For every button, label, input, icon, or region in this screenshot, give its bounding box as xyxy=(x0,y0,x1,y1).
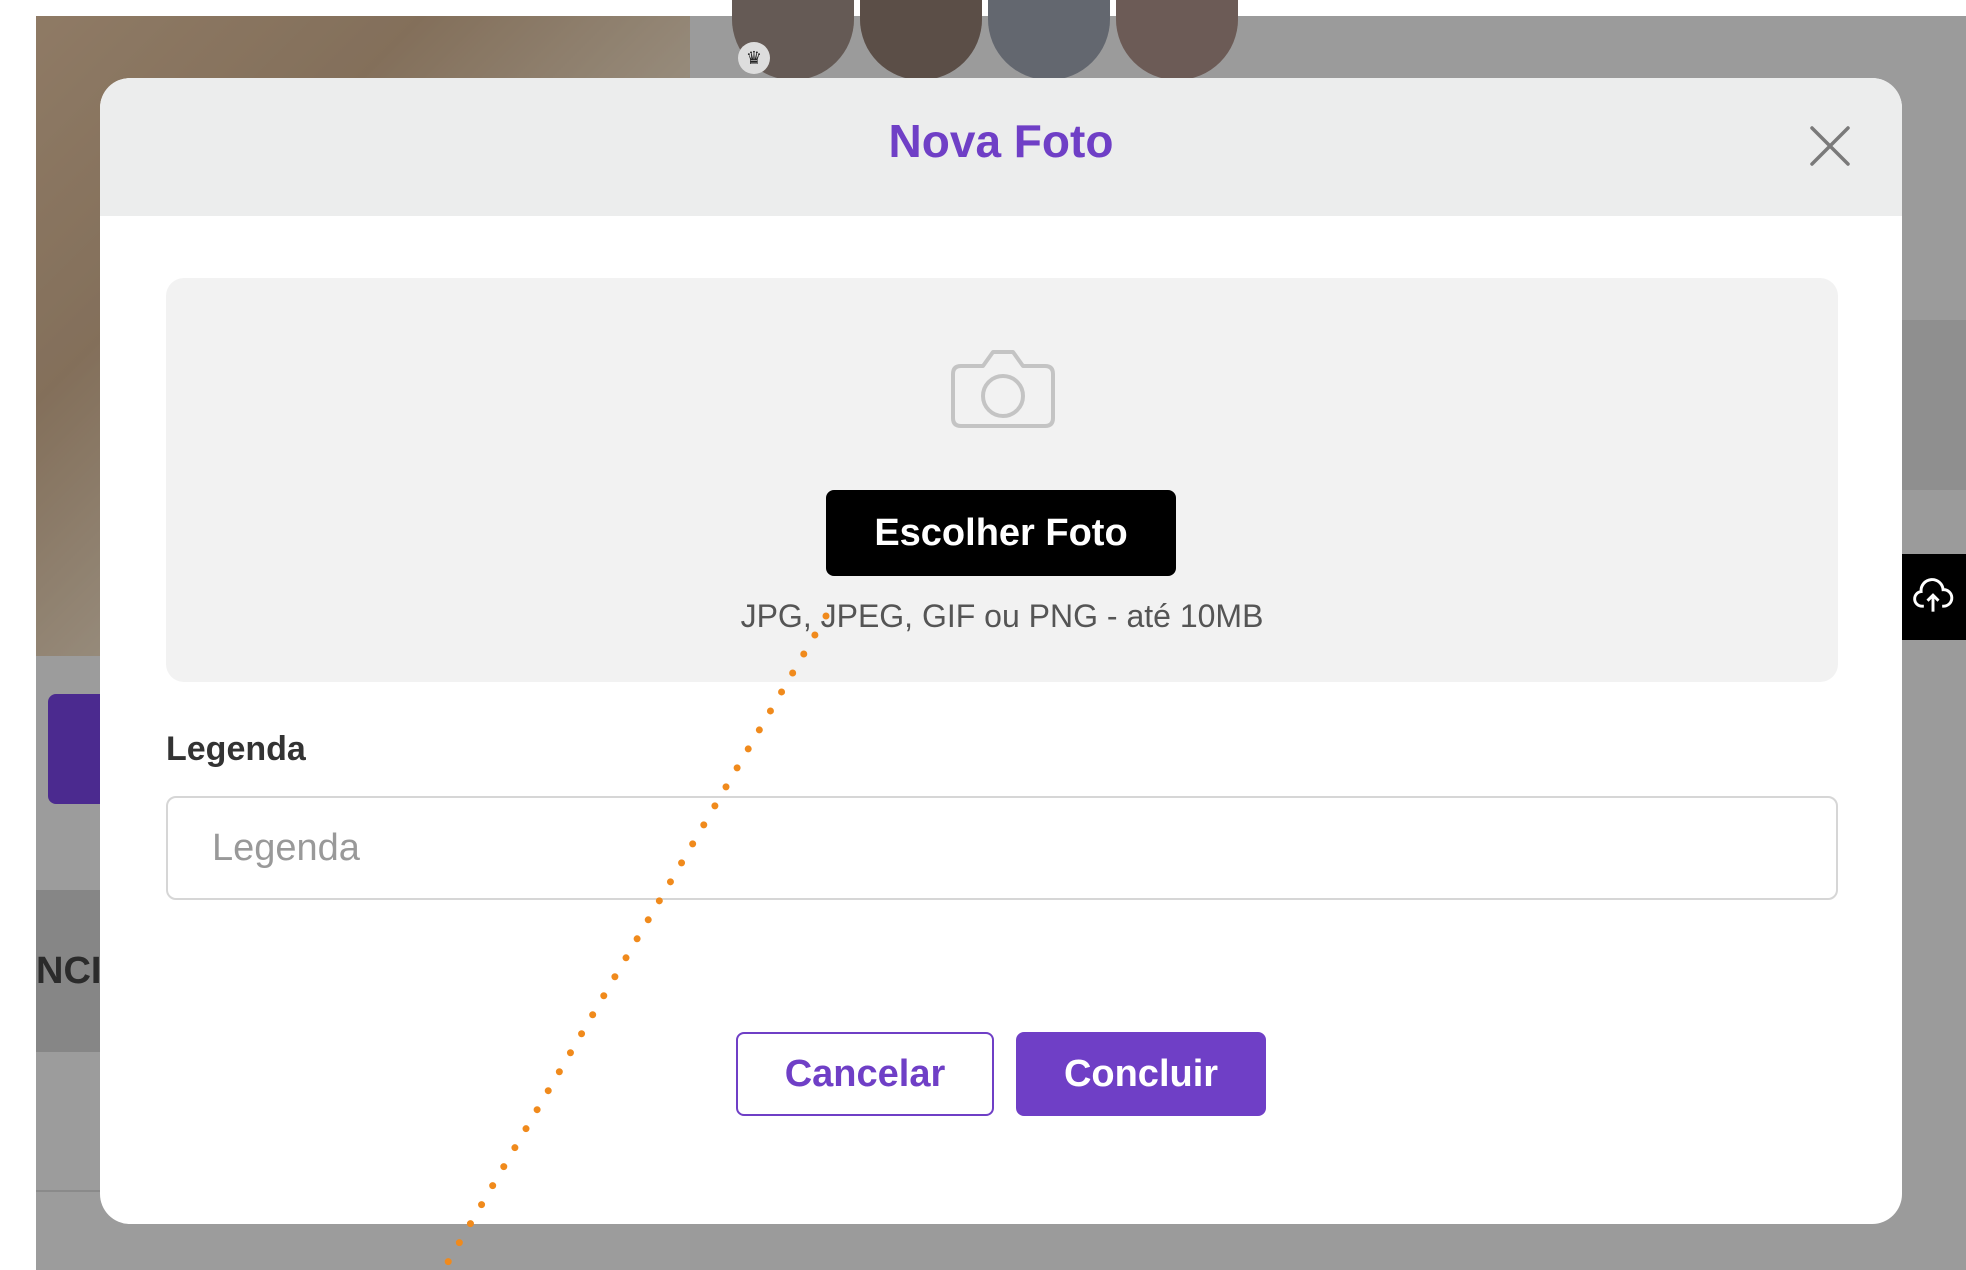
modal-header: Nova Foto xyxy=(100,78,1902,216)
cancel-button[interactable]: Cancelar xyxy=(736,1032,994,1116)
choose-photo-button[interactable]: Escolher Foto xyxy=(826,490,1176,576)
avatar xyxy=(988,0,1110,80)
caption-input[interactable] xyxy=(166,796,1838,900)
new-photo-modal: Nova Foto Escolher Foto JPG, JPEG, GIF o… xyxy=(100,78,1902,1224)
member-avatars xyxy=(732,0,1238,80)
avatar xyxy=(860,0,982,80)
right-panel-strip xyxy=(1900,320,1966,490)
caption-label: Legenda xyxy=(166,730,306,768)
close-icon[interactable] xyxy=(1802,118,1858,174)
cloud-upload-icon xyxy=(1900,554,1966,640)
file-formats-hint: JPG, JPEG, GIF ou PNG - até 10MB xyxy=(740,598,1264,634)
done-button[interactable]: Concluir xyxy=(1016,1032,1266,1116)
modal-title: Nova Foto xyxy=(888,115,1114,167)
avatar xyxy=(1116,0,1238,80)
photo-dropzone[interactable]: Escolher Foto JPG, JPEG, GIF ou PNG - at… xyxy=(166,278,1838,682)
crown-icon: ♛ xyxy=(738,42,770,74)
camera-icon xyxy=(943,338,1063,438)
